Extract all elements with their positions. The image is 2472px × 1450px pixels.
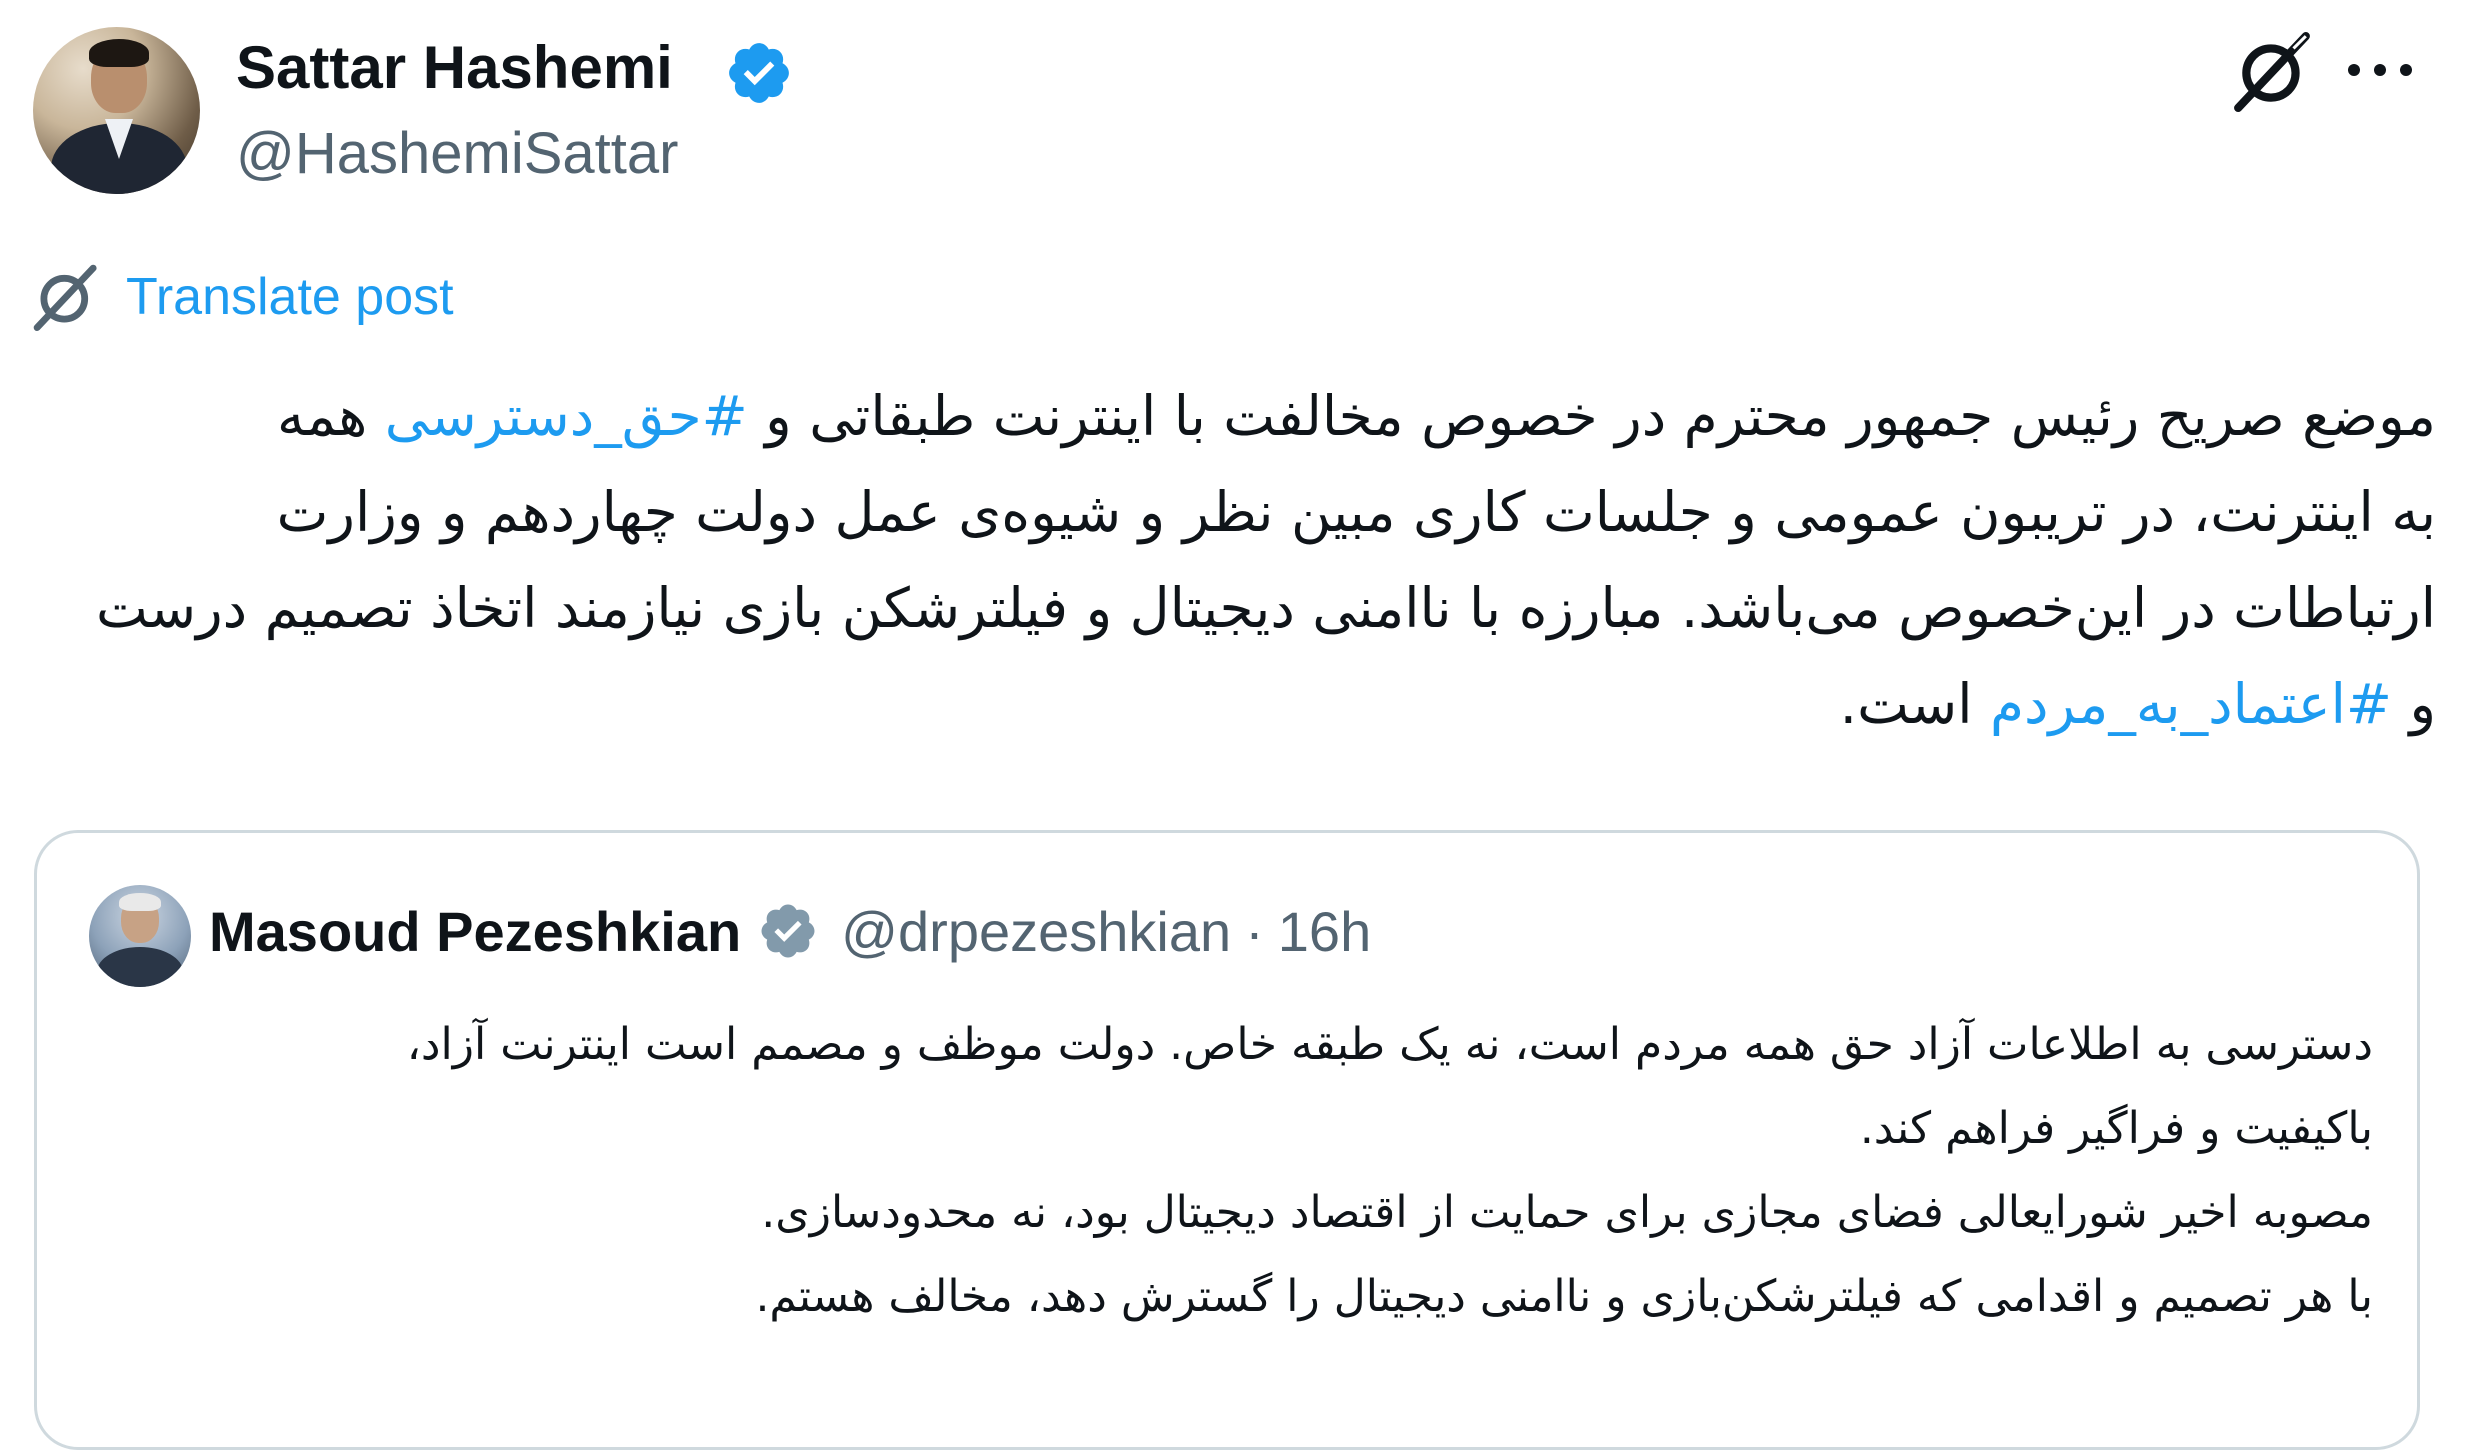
author-display-name[interactable]: Sattar Hashemi: [236, 30, 673, 106]
separator-dot: ·: [1245, 899, 1264, 963]
translate-post-button[interactable]: Translate post: [32, 262, 454, 332]
translate-post-label: Translate post: [126, 268, 454, 326]
post-text-segment: و: [2409, 672, 2436, 736]
quoted-post-line: باکیفیت و فراگیر فراهم کند.: [1859, 1103, 2373, 1154]
more-horizontal-icon[interactable]: [2340, 52, 2420, 88]
post-view: Sattar Hashemi @HashemiSattar Translate …: [0, 0, 2472, 1450]
post-line-2: به اینترنت، در تریبون عمومی و جلسات کاری…: [276, 480, 2436, 544]
quoted-post-header: Masoud Pezeshkian @drpezeshkian · 16h: [209, 891, 1371, 971]
verified-badge-icon[interactable]: [724, 38, 794, 108]
grok-icon[interactable]: [2232, 30, 2314, 112]
quoted-post-line: مصوبه اخیر شورایعالی فضای مجازی برای حما…: [761, 1187, 2373, 1238]
quoted-post-line: دسترسی به اطلاعات آزاد حق همه مردم است، …: [406, 1019, 2373, 1070]
grok-translate-icon: [33, 264, 97, 331]
post-line-3: ارتباطات در این‌خصوص می‌باشد. مبارزه با …: [96, 576, 2436, 640]
quoted-post-card[interactable]: Masoud Pezeshkian @drpezeshkian · 16h دس…: [34, 830, 2420, 1450]
author-avatar[interactable]: [33, 27, 200, 194]
author-handle[interactable]: @HashemiSattar: [236, 118, 678, 190]
hashtag-link[interactable]: #حق_دسترسی: [385, 384, 748, 448]
post-line-4: و #اعتماد_به_مردم است.: [36, 656, 2436, 752]
gray-verified-badge-icon[interactable]: [757, 900, 819, 962]
quoted-author-avatar[interactable]: [89, 885, 191, 987]
quoted-post-timestamp[interactable]: 16h: [1278, 899, 1371, 964]
hashtag-link[interactable]: #اعتماد_به_مردم: [1990, 672, 2392, 736]
quoted-author-handle[interactable]: @drpezeshkian: [841, 899, 1231, 964]
post-body: موضع صریح رئیس جمهور محترم در خصوص مخالف…: [36, 368, 2436, 752]
quoted-post-body: دسترسی به اطلاعات آزاد حق همه مردم است، …: [97, 1003, 2373, 1339]
post-text-segment: است.: [1839, 672, 1973, 736]
quoted-author-name[interactable]: Masoud Pezeshkian: [209, 899, 741, 964]
post-line-1: موضع صریح رئیس جمهور محترم در خصوص مخالف…: [36, 368, 2436, 464]
quoted-post-line: با هر تصمیم و اقدامی که فیلترشکن‌بازی و …: [755, 1271, 2373, 1322]
post-text-segment: موضع صریح رئیس جمهور محترم در خصوص مخالف…: [765, 384, 2436, 448]
post-text-segment: همه: [277, 384, 368, 448]
